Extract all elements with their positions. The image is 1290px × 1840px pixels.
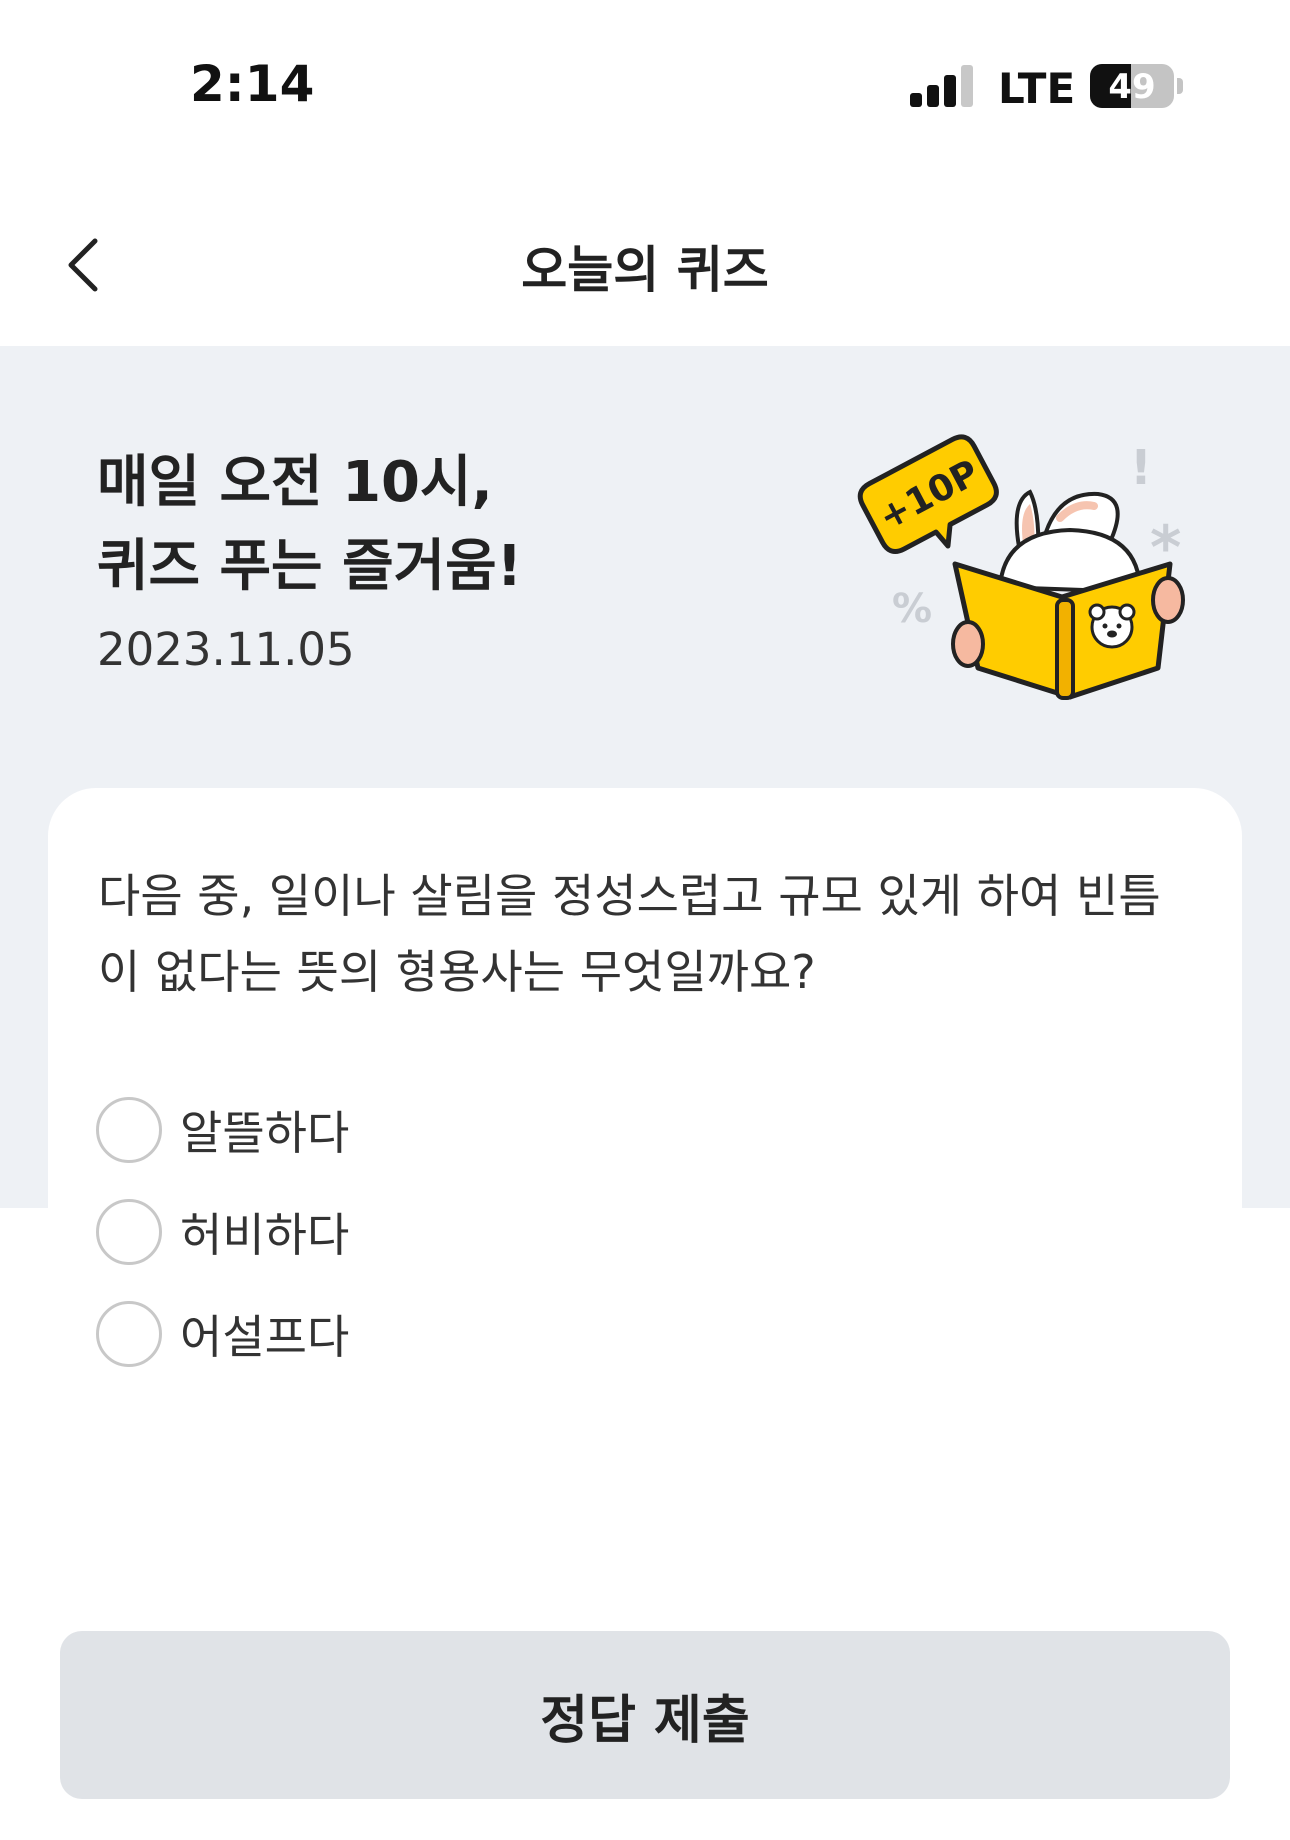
radio-button[interactable]: [96, 1199, 162, 1265]
signal-icon: [910, 65, 974, 107]
battery-percent: 49: [1108, 67, 1156, 107]
battery-icon: 49: [1090, 64, 1174, 108]
quiz-date: 2023.11.05: [97, 623, 355, 676]
submit-answer-button[interactable]: 정답 제출: [60, 1631, 1230, 1799]
battery-tip: [1177, 78, 1183, 94]
hero-title-line2: 퀴즈 푸는 즐거움!: [97, 534, 523, 599]
option-label: 알뜰하다: [180, 1106, 350, 1160]
svg-text:!: !: [1130, 440, 1152, 496]
page-title: 오늘의 퀴즈: [521, 241, 769, 299]
quiz-option-1[interactable]: 알뜰하다: [96, 1094, 349, 1166]
option-label: 허비하다: [180, 1208, 350, 1262]
quiz-option-2[interactable]: 허비하다: [96, 1196, 349, 1268]
hero-title: 매일 오전 10시, 퀴즈 푸는 즐거움!: [97, 441, 522, 609]
rabbit-reading-book-illustration: ! * % +10P: [857, 434, 1185, 700]
quiz-question: 다음 중, 일이나 살림을 정성스럽고 규모 있게 하여 빈틈이 없다는 뜻의 …: [98, 869, 1161, 999]
option-label: 어설프다: [180, 1310, 350, 1364]
status-bar: 2:14 LTE 49: [0, 0, 1290, 180]
radio-button[interactable]: [96, 1301, 162, 1367]
quiz-option-3[interactable]: 어설프다: [96, 1298, 349, 1370]
radio-button[interactable]: [96, 1097, 162, 1163]
submit-button-label: 정답 제출: [540, 1690, 750, 1751]
quiz-options: 알뜰하다 허비하다 어설프다: [96, 1094, 349, 1400]
network-type: LTE: [998, 64, 1076, 113]
points-badge: +10P: [857, 434, 999, 555]
hero-title-line1: 매일 오전 10시,: [97, 450, 493, 515]
status-time: 2:14: [190, 55, 315, 113]
svg-text:%: %: [892, 586, 932, 632]
nav-bar: 오늘의 퀴즈: [0, 200, 1290, 340]
